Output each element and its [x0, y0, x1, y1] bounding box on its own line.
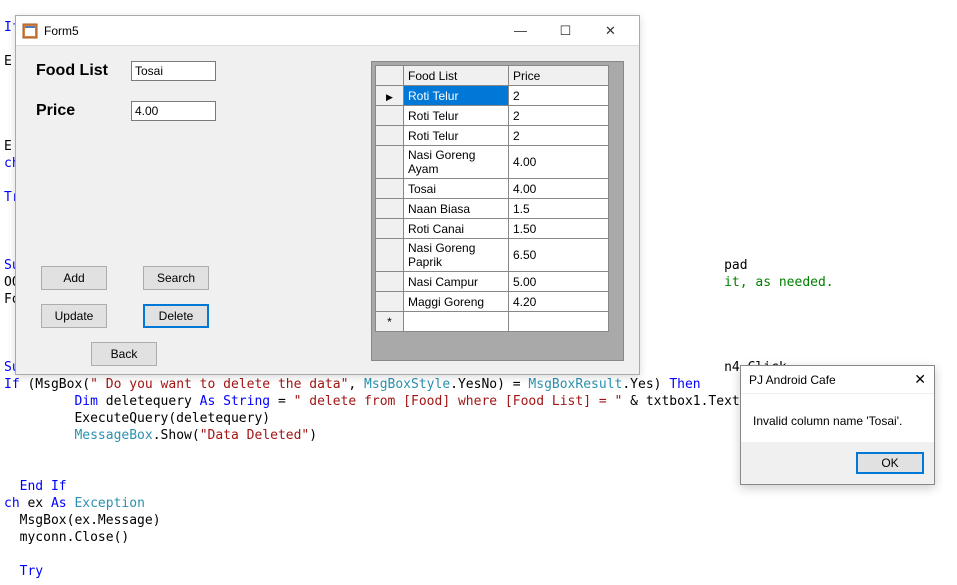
- messagebox-ok-button[interactable]: OK: [856, 452, 924, 474]
- cell-food[interactable]: Nasi Goreng Paprik: [404, 239, 509, 272]
- messagebox-close-icon[interactable]: ✕: [914, 371, 926, 388]
- form-inputs-area: Food List Price: [36, 61, 256, 141]
- form-icon: [22, 23, 38, 39]
- table-row[interactable]: Maggi Goreng4.20: [376, 292, 609, 312]
- cell-food[interactable]: Nasi Goreng Ayam: [404, 146, 509, 179]
- cell-price[interactable]: 1.5: [509, 199, 609, 219]
- row-header[interactable]: [376, 219, 404, 239]
- error-messagebox: PJ Android Cafe ✕ Invalid column name 'T…: [740, 365, 935, 485]
- table-row[interactable]: Nasi Campur5.00: [376, 272, 609, 292]
- cell-price[interactable]: 4.00: [509, 146, 609, 179]
- row-header[interactable]: [376, 126, 404, 146]
- grid-header-food[interactable]: Food List: [404, 66, 509, 86]
- table-row[interactable]: Tosai4.00: [376, 179, 609, 199]
- food-list-label: Food List: [36, 62, 131, 80]
- cell-price[interactable]: 1.50: [509, 219, 609, 239]
- maximize-button[interactable]: ☐: [543, 17, 588, 45]
- row-header[interactable]: [376, 179, 404, 199]
- cell-price[interactable]: [509, 312, 609, 332]
- cell-food[interactable]: Naan Biasa: [404, 199, 509, 219]
- back-button[interactable]: Back: [91, 342, 157, 366]
- table-row[interactable]: Roti Telur2: [376, 126, 609, 146]
- add-button[interactable]: Add: [41, 266, 107, 290]
- food-list-input[interactable]: [131, 61, 216, 81]
- titlebar[interactable]: Form5 — ☐ ✕: [16, 16, 639, 46]
- row-header[interactable]: [376, 199, 404, 219]
- grid-corner[interactable]: [376, 66, 404, 86]
- cell-food[interactable]: Roti Telur: [404, 126, 509, 146]
- table-row[interactable]: Naan Biasa1.5: [376, 199, 609, 219]
- cell-price[interactable]: 2: [509, 126, 609, 146]
- search-button[interactable]: Search: [143, 266, 209, 290]
- row-header[interactable]: [376, 292, 404, 312]
- row-header[interactable]: [376, 146, 404, 179]
- row-header[interactable]: [376, 272, 404, 292]
- cell-price[interactable]: 4.20: [509, 292, 609, 312]
- row-header[interactable]: [376, 106, 404, 126]
- table-row[interactable]: Roti Canai1.50: [376, 219, 609, 239]
- table-row[interactable]: Nasi Goreng Ayam4.00: [376, 146, 609, 179]
- row-header-new[interactable]: [376, 312, 404, 332]
- messagebox-title: PJ Android Cafe: [749, 373, 914, 387]
- cell-price[interactable]: 2: [509, 106, 609, 126]
- button-group: Add Search Update Delete Back: [41, 266, 209, 380]
- cell-price[interactable]: 4.00: [509, 179, 609, 199]
- window-title: Form5: [44, 24, 498, 38]
- cell-food[interactable]: Roti Canai: [404, 219, 509, 239]
- messagebox-titlebar[interactable]: PJ Android Cafe ✕: [741, 366, 934, 394]
- cell-food[interactable]: Roti Telur: [404, 86, 509, 106]
- cell-price[interactable]: 6.50: [509, 239, 609, 272]
- grid-header-price[interactable]: Price: [509, 66, 609, 86]
- row-header[interactable]: [376, 239, 404, 272]
- cell-food[interactable]: [404, 312, 509, 332]
- cell-food[interactable]: Tosai: [404, 179, 509, 199]
- table-row[interactable]: Roti Telur2: [376, 86, 609, 106]
- update-button[interactable]: Update: [41, 304, 107, 328]
- close-button[interactable]: ✕: [588, 17, 633, 45]
- table-row[interactable]: Roti Telur2: [376, 106, 609, 126]
- cell-food[interactable]: Roti Telur: [404, 106, 509, 126]
- price-input[interactable]: [131, 101, 216, 121]
- messagebox-text: Invalid column name 'Tosai'.: [741, 394, 934, 442]
- price-label: Price: [36, 102, 131, 120]
- row-header[interactable]: [376, 86, 404, 106]
- data-grid[interactable]: Food List Price Roti Telur2Roti Telur2Ro…: [371, 61, 624, 361]
- table-row[interactable]: Nasi Goreng Paprik6.50: [376, 239, 609, 272]
- cell-food[interactable]: Maggi Goreng: [404, 292, 509, 312]
- form5-window: Form5 — ☐ ✕ Food List Price Add Search U…: [15, 15, 640, 375]
- minimize-button[interactable]: —: [498, 17, 543, 45]
- cell-price[interactable]: 2: [509, 86, 609, 106]
- delete-button[interactable]: Delete: [143, 304, 209, 328]
- cell-price[interactable]: 5.00: [509, 272, 609, 292]
- table-row-new[interactable]: [376, 312, 609, 332]
- cell-food[interactable]: Nasi Campur: [404, 272, 509, 292]
